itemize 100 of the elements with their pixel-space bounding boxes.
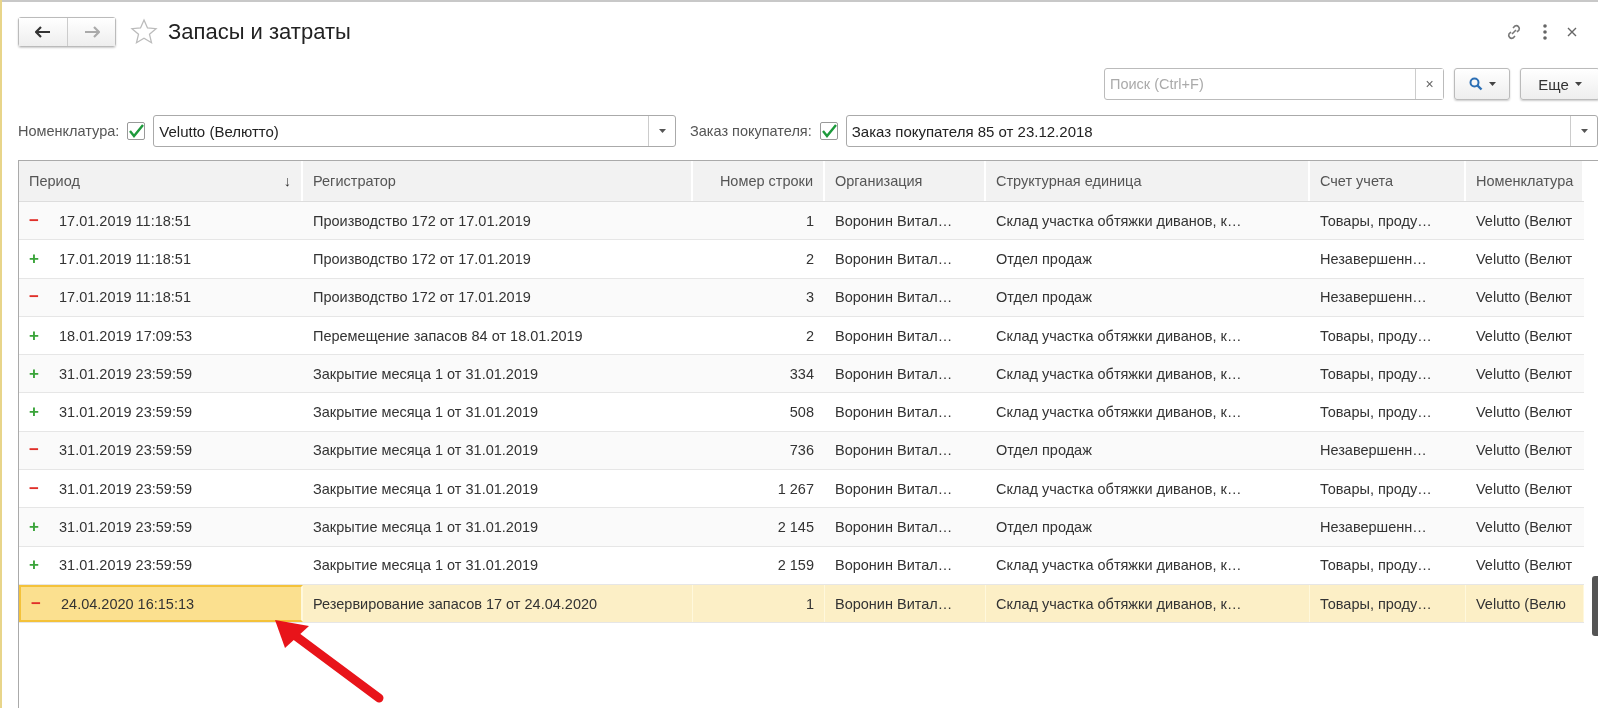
table-row[interactable]: + 31.01.2019 23:59:59 Закрытие месяца 1 от 31.01.2019 334 Воронин Витал… Склад участка обтяжки диванов, к… Товары, проду… Velutto (Велют	[19, 355, 1584, 394]
movement-sign: −	[31, 593, 42, 614]
table-cell: Velutto (Велют	[1476, 365, 1573, 382]
table-cell: Закрытие месяца 1 от 31.01.2019	[313, 404, 539, 421]
table-cell: Velutto (Велют	[1476, 212, 1573, 229]
table-cell: 334	[789, 365, 814, 382]
movement-sign: +	[29, 248, 40, 269]
table-cell: Товары, проду…	[1320, 365, 1432, 382]
table-cell: Воронин Витал…	[835, 327, 953, 344]
table-cell: Velutto (Велют	[1476, 404, 1573, 421]
more-options-icon[interactable]	[1542, 23, 1548, 41]
movement-sign: +	[29, 517, 40, 537]
table-cell: Закрытие месяца 1 от 31.01.2019	[313, 480, 539, 497]
table-cell: Velutto (Велют	[1476, 519, 1573, 535]
table-cell: 24.04.2020 16:15:13	[61, 595, 195, 612]
table-cell: Закрытие месяца 1 от 31.01.2019	[313, 519, 539, 535]
table-cell: Velutto (Велю	[1476, 595, 1566, 612]
table-cell: Воронин Витал…	[835, 404, 953, 421]
table-cell: Товары, проду…	[1320, 404, 1432, 421]
close-icon[interactable]	[1566, 26, 1578, 38]
table-cell: 17.01.2019 11:18:51	[59, 250, 191, 267]
more-button[interactable]: Еще	[1520, 68, 1598, 100]
table-cell: 31.01.2019 23:59:59	[59, 442, 193, 459]
table-cell: Производство 172 от 17.01.2019	[313, 250, 531, 267]
table-cell: 736	[789, 442, 814, 459]
left-arrow-icon	[35, 26, 51, 38]
checkbox[interactable]	[819, 122, 838, 140]
table-row[interactable]: − 17.01.2019 11:18:51 Производство 172 от 17.01.2019 3 Воронин Витал… Отдел продаж Незавершенн… Velutto (Велют	[19, 278, 1584, 317]
search-icon	[1468, 77, 1483, 91]
table-cell: Воронин Витал…	[835, 557, 953, 574]
caret-icon	[1574, 82, 1582, 86]
table-cell: Воронин Витал…	[835, 480, 953, 497]
table-cell: Velutto (Велют	[1476, 250, 1573, 267]
table-cell: Товары, проду…	[1320, 557, 1432, 574]
scrollbar-thumb[interactable]	[1592, 576, 1598, 636]
table-cell: 17.01.2019 11:18:51	[59, 212, 191, 229]
table-cell: Незавершенн…	[1320, 250, 1427, 267]
table-cell: 31.01.2019 23:59:59	[59, 404, 193, 421]
caret-icon	[1580, 129, 1588, 133]
table-cell: Воронин Витал…	[835, 250, 953, 267]
table-cell: Velutto (Велют	[1476, 327, 1573, 344]
star-icon[interactable]	[130, 18, 158, 46]
window-title: Запасы и затраты	[168, 19, 351, 45]
table-cell: Velutto (Велют	[1476, 480, 1573, 497]
caret-icon	[658, 129, 666, 133]
movement-sign: −	[29, 287, 40, 308]
table-cell: 18.01.2019 17:09:53	[59, 327, 193, 344]
table-cell: Склад участка обтяжки диванов, к…	[996, 480, 1242, 497]
table-cell: Товары, проду…	[1320, 595, 1432, 612]
table-cell: Склад участка обтяжки диванов, к…	[996, 212, 1242, 229]
table-cell: Отдел продаж	[996, 519, 1092, 535]
table-cell: Отдел продаж	[996, 442, 1092, 459]
table-cell: 17.01.2019 11:18:51	[59, 289, 191, 306]
table-cell: Незавершенн…	[1320, 442, 1427, 459]
dropdown-field[interactable]: Заказ покупателя 85 от 23.12.2018	[845, 115, 1598, 147]
table-cell: Velutto (Велют	[1476, 557, 1573, 574]
table-cell: Склад участка обтяжки диванов, к…	[996, 404, 1242, 421]
clear-button[interactable]: ×	[1415, 69, 1443, 99]
movement-sign: +	[29, 363, 40, 384]
table-cell: Производство 172 от 17.01.2019	[313, 289, 531, 306]
search-field[interactable]: Поиск (Ctrl+F) ×	[1104, 68, 1444, 100]
table-cell: 31.01.2019 23:59:59	[59, 480, 193, 497]
search-button[interactable]	[1454, 68, 1510, 100]
table-cell: 2 159	[777, 557, 814, 574]
table-cell: 2 145	[777, 519, 814, 535]
table-cell: 1	[805, 212, 814, 229]
table-cell: Склад участка обтяжки диванов, к…	[996, 327, 1242, 344]
table-cell: Отдел продаж	[996, 289, 1092, 306]
dropdown-field[interactable]: Velutto (Велютто)	[153, 115, 676, 147]
table-row[interactable]: − 17.01.2019 11:18:51 Производство 172 от 17.01.2019 1 Воронин Витал… Склад участка обтяжки диванов, к… Товары, проду… Velutto (Велют	[19, 202, 1584, 241]
table-cell: 508	[789, 404, 814, 421]
table-cell: Незавершенн…	[1320, 289, 1427, 306]
table-row[interactable]: − 24.04.2020 16:15:13 Резервирование запасов 17 от 24.04.2020 1 Воронин Витал… Склад участка обтяжки диванов, к… Товары, проду… Velutto (Велю	[19, 584, 1584, 624]
table-cell: 1	[805, 595, 814, 612]
movement-sign: −	[29, 210, 40, 231]
table-cell: Товары, проду…	[1320, 480, 1432, 497]
table-cell: Товары, проду…	[1320, 327, 1432, 344]
table-cell: Незавершенн…	[1320, 519, 1427, 535]
table-cell: Резервирование запасов 17 от 24.04.2020	[313, 595, 598, 612]
table-cell: Воронин Витал…	[835, 519, 953, 535]
movement-sign: +	[29, 402, 40, 423]
table-cell: Товары, проду…	[1320, 212, 1432, 229]
right-arrow-icon	[83, 26, 100, 38]
table-row[interactable]: + 31.01.2019 23:59:59 Закрытие месяца 1 от 31.01.2019 2 145 Воронин Витал… Отдел продаж Незавершенн… Velutto (Велют	[19, 508, 1584, 547]
table-cell: Закрытие месяца 1 от 31.01.2019	[313, 365, 539, 382]
movement-sign: +	[29, 325, 40, 346]
checkbox[interactable]	[127, 122, 146, 140]
table-cell: Воронин Витал…	[835, 365, 953, 382]
back-button[interactable]	[19, 18, 67, 46]
sort-arrow-icon: ↓	[283, 173, 291, 189]
table-cell: Перемещение запасов 84 от 18.01.2019	[313, 327, 583, 344]
filter-label: Номенклатура:	[18, 123, 120, 139]
table-cell: 31.01.2019 23:59:59	[59, 365, 193, 382]
movement-sign: −	[29, 440, 40, 461]
table-cell: 2	[805, 327, 814, 344]
table-cell: Воронин Витал…	[835, 212, 953, 229]
movement-sign: +	[29, 555, 40, 576]
movement-sign: −	[29, 478, 40, 499]
table-cell: Склад участка обтяжки диванов, к…	[996, 595, 1242, 612]
table-row[interactable]: − 31.01.2019 23:59:59 Закрытие месяца 1 от 31.01.2019 736 Воронин Витал… Отдел продаж Незавершенн… Velutto (Велют	[19, 431, 1584, 471]
